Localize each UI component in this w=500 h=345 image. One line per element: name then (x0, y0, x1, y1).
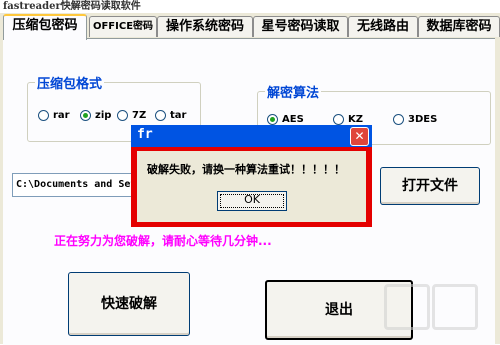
radio-kz[interactable]: KZ (333, 114, 363, 125)
radio-circle-icon (393, 114, 404, 125)
tab-wireless-router[interactable]: 无线路由 (348, 16, 418, 37)
tab-office-password[interactable]: OFFICE密码 (89, 16, 157, 37)
tab-asterisk-password[interactable]: 星号密码读取 (253, 16, 348, 37)
error-dialog: fr ✕ 破解失败，请换一种算法重试！！！！！ OK (131, 125, 372, 227)
tab-database-password[interactable]: 数据库密码 (418, 16, 500, 37)
open-file-button[interactable]: 打开文件 (380, 167, 480, 205)
fast-crack-button[interactable]: 快速破解 (68, 272, 190, 336)
radio-checked-icon (267, 114, 278, 125)
radio-zip[interactable]: zip (80, 110, 111, 121)
dialog-message: 破解失败，请换一种算法重试！！！！！ (147, 163, 345, 176)
radio-7z[interactable]: 7Z (117, 110, 146, 121)
radio-circle-icon (155, 110, 166, 121)
close-icon[interactable]: ✕ (350, 127, 369, 146)
dialog-title: fr (137, 127, 153, 142)
title-bar: fastreader快解密码读取软件 (0, 0, 500, 13)
dialog-body: 破解失败，请换一种算法重试！！！！！ OK (137, 151, 366, 222)
radio-rar[interactable]: rar (38, 110, 70, 121)
dialog-title-bar: fr ✕ (131, 125, 372, 147)
tab-strip: 压缩包密码 OFFICE密码 操作系统密码 星号密码读取 无线路由 数据库密码 (3, 14, 500, 40)
radio-circle-icon (38, 110, 49, 121)
ok-button[interactable]: OK (217, 191, 287, 211)
watermark-box-icon (384, 284, 430, 330)
window-title: fastreader快解密码读取软件 (3, 1, 141, 12)
radio-tar[interactable]: tar (155, 110, 186, 121)
radio-circle-icon (117, 110, 128, 121)
radio-checked-icon (80, 110, 91, 121)
status-text: 正在努力为您破解，请耐心等待几分钟... (54, 234, 272, 248)
tab-archive-password[interactable]: 压缩包密码 (3, 14, 87, 40)
decrypt-algorithm-label: 解密算法 (265, 82, 322, 101)
file-path-field[interactable]: C:\Documents and Setti (12, 173, 139, 197)
radio-aes[interactable]: AES (267, 114, 304, 125)
radio-3des[interactable]: 3DES (393, 114, 437, 125)
app-window: fastreader快解密码读取软件 压缩包密码 OFFICE密码 操作系统密码… (0, 0, 500, 345)
archive-format-label: 压缩包格式 (35, 73, 105, 92)
tab-os-password[interactable]: 操作系统密码 (157, 16, 253, 37)
radio-circle-icon (333, 114, 344, 125)
watermark-logo (380, 278, 498, 342)
watermark-box-icon (432, 284, 478, 330)
